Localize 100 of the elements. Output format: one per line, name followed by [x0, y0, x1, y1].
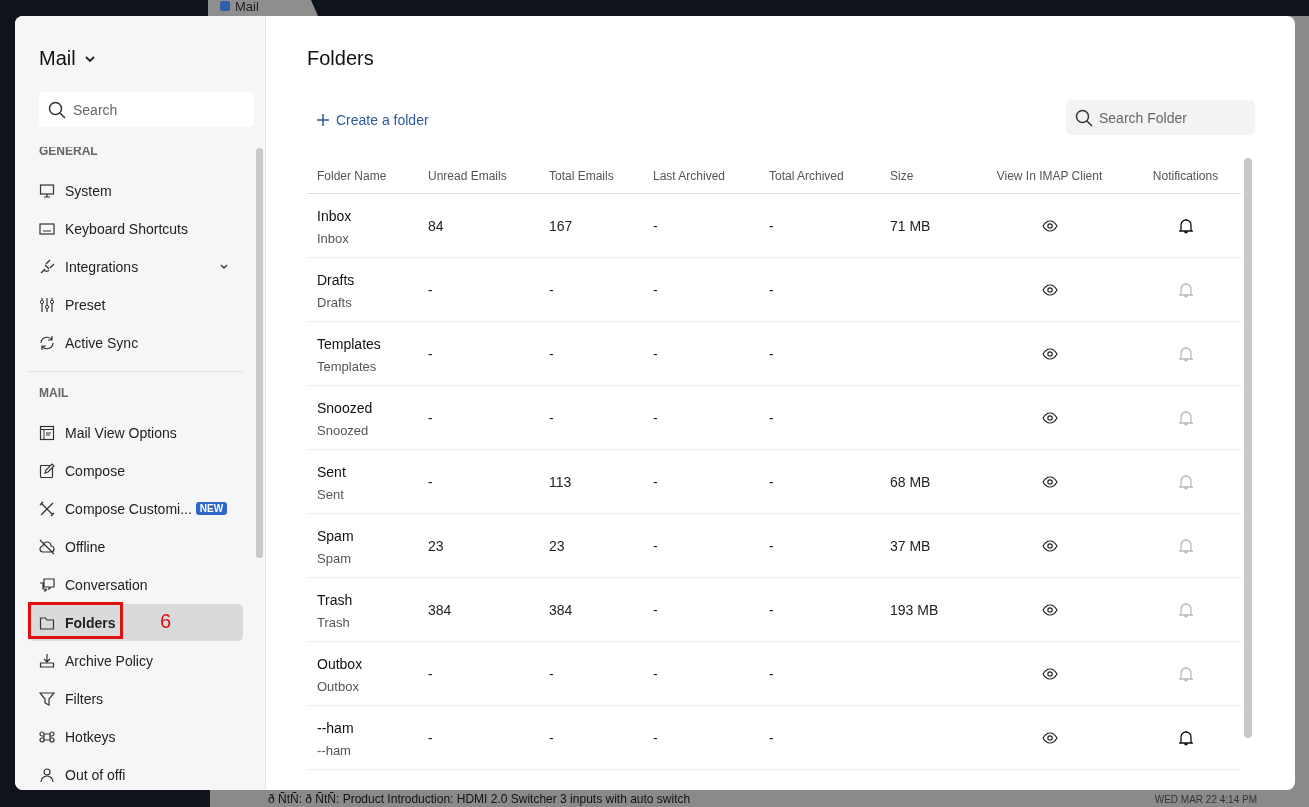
- monitor-icon: [39, 182, 55, 199]
- folder-path: Trash: [317, 614, 350, 630]
- column-header: Size: [889, 168, 915, 183]
- folder-name: Outbox: [317, 655, 363, 672]
- folder-path: Outbox: [317, 678, 359, 694]
- table-cell: -: [549, 281, 554, 298]
- table-cell: -: [428, 281, 433, 298]
- sidebar-item[interactable]: Keyboard Shortcuts: [28, 210, 243, 247]
- folder-name: --ham: [317, 719, 354, 736]
- sidebar-item[interactable]: Out of offi: [28, 756, 243, 790]
- create-folder-button[interactable]: Create a folder: [307, 107, 439, 132]
- filter-icon: [39, 690, 55, 707]
- keyboard-icon: [39, 220, 55, 237]
- email-subject[interactable]: ð ÑtÑ: ð ÑtÑ: Product Introduction: HDMI 2.0 Switcher 3 inputs with auto switch: [268, 792, 691, 806]
- sidebar-item[interactable]: Active Sync: [28, 324, 243, 361]
- eye-icon[interactable]: [1041, 603, 1058, 616]
- eye-icon[interactable]: [1041, 283, 1058, 296]
- folder-name: Spam: [317, 527, 354, 544]
- search-field[interactable]: Search: [39, 92, 254, 127]
- table-cell: -: [769, 345, 774, 362]
- eye-icon[interactable]: [1041, 475, 1058, 488]
- sidebar-item[interactable]: Compose: [28, 452, 243, 489]
- table-cell: -: [769, 537, 774, 554]
- table-cell: -: [653, 665, 658, 682]
- folder-name: Inbox: [317, 207, 352, 224]
- sidebar-item[interactable]: Hotkeys: [28, 718, 243, 755]
- table-cell: 384: [428, 601, 452, 618]
- table-cell: -: [653, 345, 658, 362]
- search-icon: [1075, 109, 1093, 127]
- table-cell: -: [769, 473, 774, 490]
- layout-icon: [39, 424, 55, 441]
- table-cell: -: [549, 729, 554, 746]
- sidebar-item[interactable]: Mail View Options: [28, 414, 243, 451]
- chat-icon: [39, 576, 55, 593]
- archive-icon: [39, 652, 55, 669]
- sidebar-item[interactable]: Folders 6: [28, 604, 243, 641]
- table-cell: -: [549, 665, 554, 682]
- eye-icon[interactable]: [1041, 667, 1058, 680]
- table-cell: -: [653, 409, 658, 426]
- folder-name: Drafts: [317, 271, 355, 288]
- table-cell: -: [653, 281, 658, 298]
- folder-path: Templates: [317, 358, 377, 374]
- sidebar-item[interactable]: Filters: [28, 680, 243, 717]
- table-cell: -: [769, 217, 774, 234]
- sidebar-item[interactable]: Compose Customi... NEW: [28, 490, 243, 527]
- folder-name: Sent: [317, 463, 346, 480]
- sidebar-item[interactable]: Archive Policy: [28, 642, 243, 679]
- person-icon: [39, 766, 55, 783]
- eye-icon[interactable]: [1041, 347, 1058, 360]
- table-cell: 68 MB: [890, 473, 931, 490]
- table-cell: -: [428, 665, 433, 682]
- column-header: Total Archived: [768, 168, 845, 183]
- folder-name: Snoozed: [317, 399, 373, 416]
- sidebar-item[interactable]: Preset: [28, 286, 243, 323]
- annotation-number: 6: [160, 610, 172, 633]
- sidebar-item[interactable]: Conversation: [28, 566, 243, 603]
- folder-icon: [39, 614, 55, 631]
- eye-icon[interactable]: [1041, 219, 1058, 232]
- column-header: Last Archived: [652, 168, 727, 183]
- new-badge: NEW: [195, 502, 228, 515]
- folder-path: Sent: [317, 486, 344, 502]
- folder-name: Trash: [317, 591, 353, 608]
- column-header: Notifications: [1151, 168, 1220, 183]
- table-cell: -: [549, 345, 554, 362]
- table-cell: 23: [428, 537, 444, 554]
- app-switcher[interactable]: Mail: [39, 47, 96, 70]
- chevron-down-icon: [83, 54, 96, 63]
- search-field[interactable]: Search Folder: [1066, 100, 1255, 135]
- search-icon: [48, 101, 66, 119]
- sidebar-item[interactable]: Integrations: [28, 248, 243, 285]
- section-heading: MAIL: [38, 386, 69, 402]
- background-tab[interactable]: Mail: [208, 0, 318, 16]
- sidebar-item[interactable]: Offline: [28, 528, 243, 565]
- bell-icon[interactable]: [1178, 729, 1193, 746]
- bell-icon[interactable]: [1178, 217, 1193, 234]
- table-cell: 384: [549, 601, 573, 618]
- plus-icon: [317, 113, 329, 126]
- table-cell: -: [428, 729, 433, 746]
- section-heading: GENERAL: [38, 147, 98, 160]
- eye-icon[interactable]: [1041, 539, 1058, 552]
- table-cell: -: [769, 409, 774, 426]
- table-cell: 193 MB: [890, 601, 939, 618]
- sidebar-item[interactable]: System: [28, 172, 243, 209]
- cloud-off-icon: [39, 538, 55, 555]
- eye-icon[interactable]: [1041, 731, 1058, 744]
- folder-name: Templates: [317, 335, 381, 352]
- folder-path: Inbox: [317, 230, 349, 246]
- table-cell: -: [428, 409, 433, 426]
- table-cell: -: [549, 409, 554, 426]
- table-cell: -: [653, 537, 658, 554]
- table-cell: -: [653, 473, 658, 490]
- column-header: Total Emails: [548, 168, 615, 183]
- folder-path: Drafts: [317, 294, 352, 310]
- column-header: Unread Emails: [427, 168, 508, 183]
- eye-icon[interactable]: [1041, 411, 1058, 424]
- table-cell: -: [769, 665, 774, 682]
- folder-path: Snoozed: [317, 422, 369, 438]
- plug-icon: [39, 258, 55, 275]
- table-cell: 71 MB: [890, 217, 931, 234]
- table-cell: -: [653, 729, 658, 746]
